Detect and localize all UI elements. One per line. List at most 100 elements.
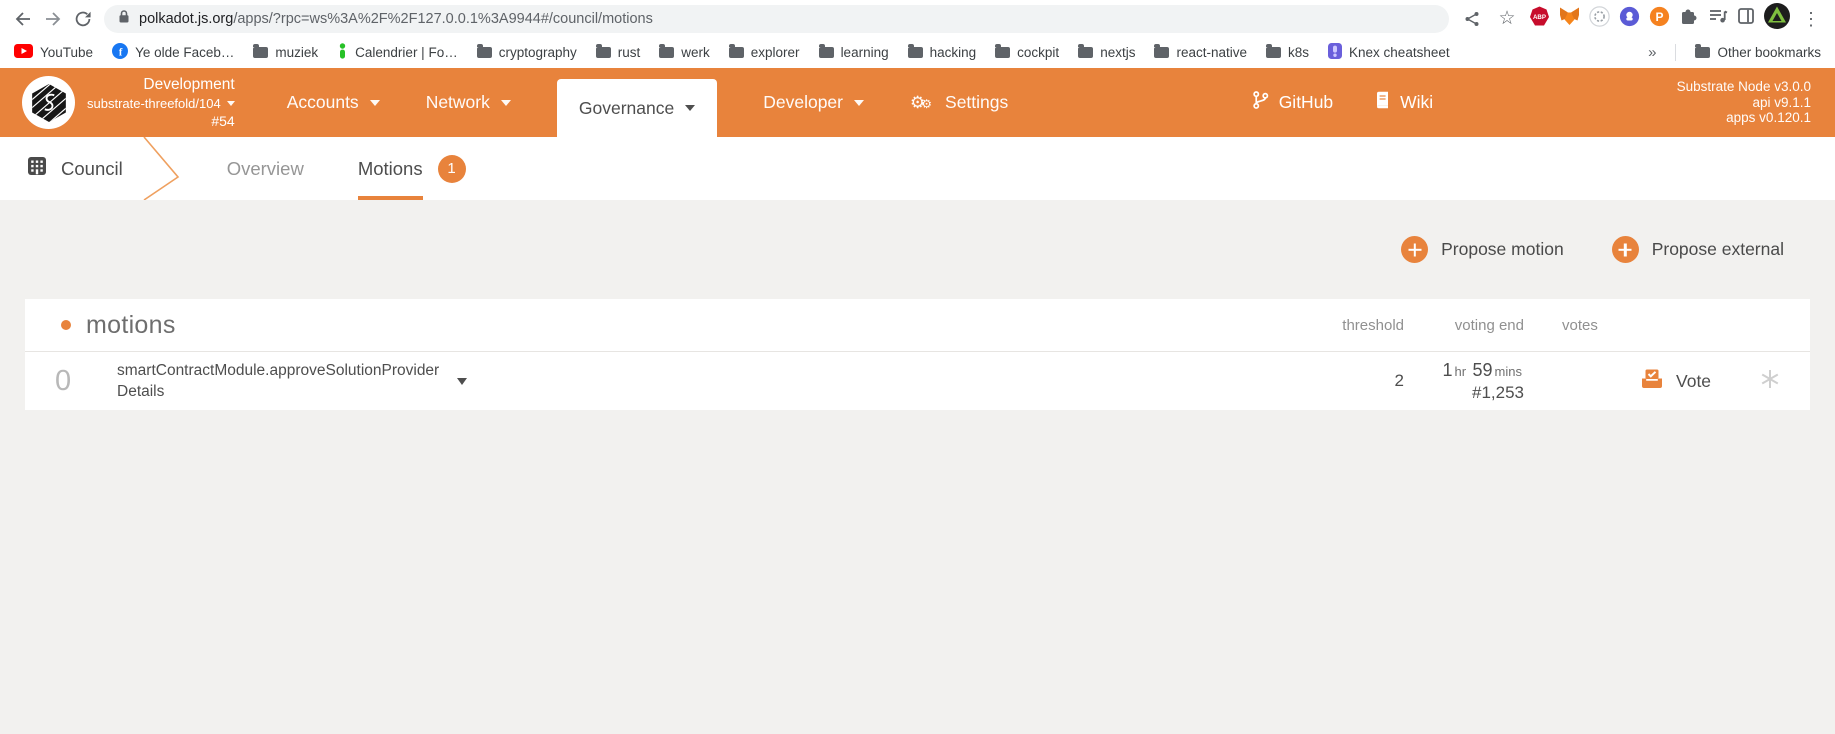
column-voting-end: voting end [1404,317,1524,334]
bookmark-item[interactable]: cockpit [995,45,1059,60]
github-link[interactable]: GitHub [1252,90,1333,115]
bookmark-item[interactable]: k8s [1266,45,1309,60]
bookmark-item[interactable]: werk [659,45,710,60]
api-version: api v9.1.1 [1677,95,1811,111]
puzzle-extensions-icon[interactable] [1679,6,1699,31]
youtube-icon [14,44,33,61]
plus-icon [1401,236,1428,263]
other-bookmarks[interactable]: Other bookmarks [1695,45,1821,60]
bookmarks-overflow-icon[interactable]: » [1648,44,1656,61]
nav-settings[interactable]: ⚙⚙ Settings [910,92,1008,113]
bookmark-item[interactable]: YouTube [14,44,93,61]
folder-icon [1695,47,1710,58]
knex-icon [1328,43,1342,62]
calendar-site-icon [337,43,348,62]
motions-table: motions threshold voting end votes 0 sma… [25,299,1810,410]
tab-bar: Council Overview Motions 1 [0,137,1835,200]
motion-threshold: 2 [1300,371,1404,391]
gear-icon: ⚙⚙ [910,94,928,111]
bookmark-item[interactable]: rust [596,45,641,60]
actions-row: Propose motion Propose external [0,200,1835,263]
chevron-down-icon [501,100,511,106]
version-info: Substrate Node v3.0.0 api v9.1.1 apps v0… [1677,79,1811,126]
network-name: Development [87,77,235,93]
section-title: Council [61,158,123,180]
main-nav: Accounts Network Governance Developer ⚙⚙… [287,68,1009,137]
adblock-extension-icon[interactable]: ABP [1529,6,1550,32]
folder-icon [819,47,834,58]
nav-governance[interactable]: Governance [557,79,717,137]
header-links: GitHub Wiki [1252,90,1434,115]
asterisk-icon [1760,369,1780,394]
folder-icon [1266,47,1281,58]
book-icon [1375,91,1390,114]
profile-avatar[interactable] [1764,3,1790,34]
folder-icon [596,47,611,58]
reload-icon[interactable] [68,4,98,34]
bookmark-item[interactable]: cryptography [477,45,577,60]
bookmark-item[interactable]: nextjs [1078,45,1135,60]
substrate-logo[interactable] [22,76,75,129]
table-header: motions threshold voting end votes [25,299,1810,352]
bookmark-item[interactable]: Knex cheatsheet [1328,43,1450,62]
url-path: /apps/?rpc=ws%3A%2F%2F127.0.0.1%3A9944#/… [233,11,653,27]
menu-dots-icon[interactable]: ⋮ [1799,4,1823,34]
back-icon[interactable] [8,4,38,34]
propose-external-button[interactable]: Propose external [1612,236,1784,263]
motion-details-toggle[interactable]: Details [117,381,439,402]
chevron-down-icon [370,100,380,106]
wiki-link[interactable]: Wiki [1375,91,1433,114]
motion-end-block: #1,253 [1404,382,1524,403]
svg-text:ABP: ABP [1533,14,1546,21]
playlist-icon[interactable] [1708,7,1728,30]
pocket-extension-icon[interactable]: P [1649,6,1670,32]
council-icon [27,156,47,181]
motion-voting-end: 1hr 59mins #1,253 [1404,359,1524,403]
network-endpoint: substrate-threefold/104 [87,97,221,110]
vote-button[interactable]: Vote [1615,369,1730,394]
lock-icon [118,9,130,28]
bookmark-item[interactable]: explorer [729,45,800,60]
facebook-icon: f [112,43,128,62]
folder-icon [659,47,674,58]
bookmark-item[interactable]: f Ye olde Faceb… [112,43,234,62]
forward-icon[interactable] [38,4,68,34]
motion-row: 0 smartContractModule.approveSolutionPro… [25,352,1810,410]
bookmark-item[interactable]: hacking [908,45,977,60]
bookmark-star-icon[interactable]: ☆ [1494,4,1520,34]
metamask-extension-icon[interactable] [1559,7,1580,31]
browser-toolbar: polkadot.js.org/apps/?rpc=ws%3A%2F%2F127… [0,0,1835,37]
motion-index: 0 [55,365,97,398]
round-extension-icon[interactable] [1589,6,1610,32]
bookmark-item[interactable]: learning [819,45,889,60]
expand-caret-icon[interactable] [457,378,467,385]
propose-motion-button[interactable]: Propose motion [1401,236,1564,263]
nav-accounts[interactable]: Accounts [287,92,380,113]
nav-developer[interactable]: Developer [763,92,864,113]
apps-version: apps v0.120.1 [1677,110,1811,126]
bookmark-item[interactable]: react-native [1154,45,1247,60]
purple-extension-icon[interactable] [1619,6,1640,32]
toolbar-extensions: ☆ ABP P ⋮ [1459,3,1827,34]
column-votes: votes [1524,317,1615,334]
nav-network[interactable]: Network [426,92,511,113]
address-bar[interactable]: polkadot.js.org/apps/?rpc=ws%3A%2F%2F127… [104,5,1449,33]
ballot-box-icon [1641,369,1663,394]
tab-motions[interactable]: Motions [358,137,423,200]
bookmark-item[interactable]: muziek [253,45,318,60]
url-host: polkadot.js.org [139,11,233,27]
chevron-down-icon [227,101,235,106]
share-icon[interactable] [1459,4,1485,34]
section-council: Council [0,137,123,200]
folder-icon [995,47,1010,58]
chevron-down-icon [685,105,695,111]
motion-proposal: smartContractModule.approveSolutionProvi… [117,360,439,381]
bookmark-item[interactable]: Calendrier | Fo… [337,43,458,62]
folder-icon [729,47,744,58]
side-panel-icon[interactable] [1737,7,1755,30]
svg-text:f: f [119,48,123,59]
tab-overview[interactable]: Overview [227,137,304,200]
network-picker[interactable]: Development substrate-threefold/104 #54 [87,77,235,128]
folder-icon [477,47,492,58]
folder-icon [1078,47,1093,58]
